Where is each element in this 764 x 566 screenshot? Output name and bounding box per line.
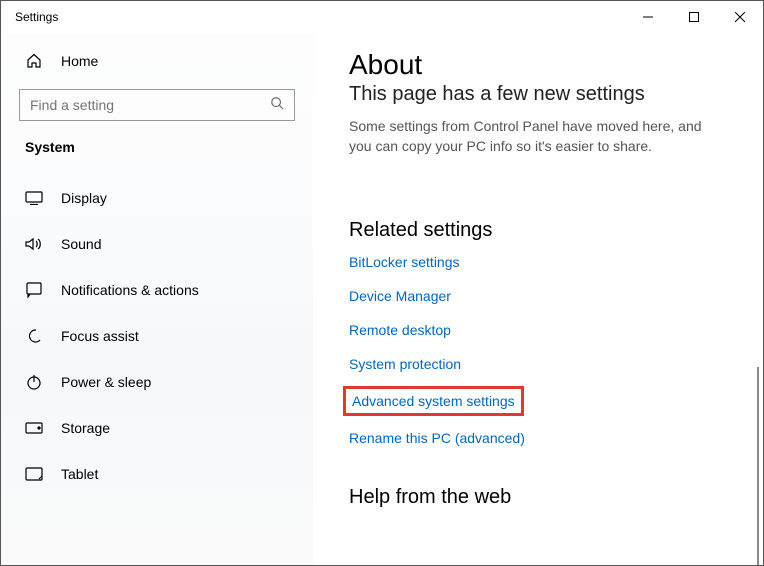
sidebar-item-label: Tablet	[61, 466, 98, 482]
sidebar-item-display[interactable]: Display	[1, 175, 313, 221]
sidebar-item-label: Power & sleep	[61, 374, 151, 390]
maximize-button[interactable]	[671, 1, 717, 33]
focus-assist-icon	[25, 328, 43, 344]
sidebar-item-storage[interactable]: Storage	[1, 405, 313, 451]
search-input[interactable]	[30, 97, 270, 113]
link-system-protection[interactable]: System protection	[349, 356, 739, 372]
link-advanced-system-settings[interactable]: Advanced system settings	[343, 386, 524, 416]
page-subtitle: This page has a few new settings	[349, 83, 739, 106]
tablet-icon	[25, 467, 43, 481]
power-icon	[25, 374, 43, 390]
sidebar-category-header: System	[1, 121, 313, 161]
link-bitlocker[interactable]: BitLocker settings	[349, 254, 739, 270]
sidebar-item-label: Display	[61, 190, 107, 206]
display-icon	[25, 191, 43, 205]
sidebar-item-focus-assist[interactable]: Focus assist	[1, 313, 313, 359]
window-title: Settings	[15, 10, 625, 24]
minimize-button[interactable]	[625, 1, 671, 33]
main-panel: About This page has a few new settings S…	[313, 33, 763, 565]
sidebar-item-label: Focus assist	[61, 328, 139, 344]
link-remote-desktop[interactable]: Remote desktop	[349, 322, 739, 338]
related-settings-header: Related settings	[349, 219, 739, 242]
home-icon	[25, 53, 43, 69]
sidebar-item-notifications[interactable]: Notifications & actions	[1, 267, 313, 313]
sidebar-item-tablet[interactable]: Tablet	[1, 451, 313, 497]
sidebar: Home System Display Sound	[1, 33, 313, 565]
sidebar-item-label: Storage	[61, 420, 110, 436]
link-device-manager[interactable]: Device Manager	[349, 288, 739, 304]
sidebar-item-label: Sound	[61, 236, 101, 252]
sidebar-item-label: Notifications & actions	[61, 282, 199, 298]
page-description: Some settings from Control Panel have mo…	[349, 116, 719, 157]
search-icon	[270, 96, 284, 115]
sound-icon	[25, 237, 43, 251]
sidebar-item-power-sleep[interactable]: Power & sleep	[1, 359, 313, 405]
page-title: About	[349, 49, 739, 81]
search-input-wrapper[interactable]	[19, 89, 295, 121]
close-button[interactable]	[717, 1, 763, 33]
sidebar-home[interactable]: Home	[1, 41, 313, 81]
storage-icon	[25, 422, 43, 434]
title-bar: Settings	[1, 1, 763, 33]
window-controls	[625, 1, 763, 33]
notifications-icon	[25, 282, 43, 298]
sidebar-item-sound[interactable]: Sound	[1, 221, 313, 267]
scrollbar[interactable]	[757, 367, 759, 565]
help-header: Help from the web	[349, 486, 739, 509]
link-rename-pc[interactable]: Rename this PC (advanced)	[349, 430, 739, 446]
sidebar-home-label: Home	[61, 53, 98, 69]
